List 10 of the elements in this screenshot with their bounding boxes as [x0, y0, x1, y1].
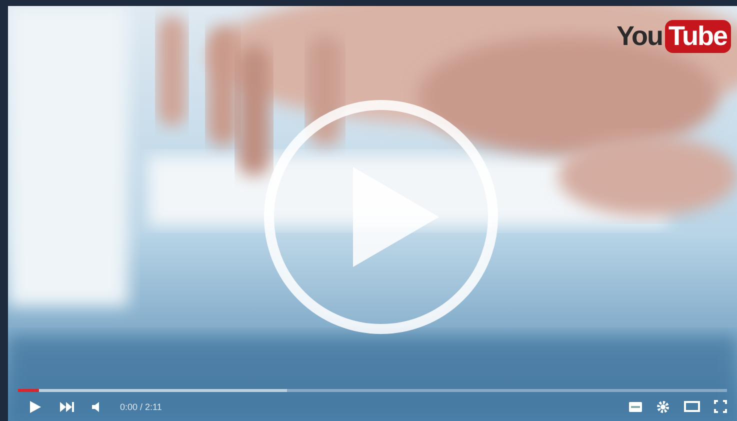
- theater-mode-icon[interactable]: [684, 401, 700, 412]
- progress-bar[interactable]: [18, 389, 727, 392]
- volume-icon[interactable]: [92, 402, 102, 412]
- captions-icon[interactable]: [629, 402, 642, 412]
- next-icon[interactable]: [60, 402, 74, 412]
- play-icon[interactable]: [261, 97, 501, 337]
- time-display: 0:00 / 2:11: [120, 402, 162, 412]
- fullscreen-icon[interactable]: [714, 400, 727, 413]
- settings-icon[interactable]: [656, 400, 670, 414]
- play-icon[interactable]: [28, 400, 42, 414]
